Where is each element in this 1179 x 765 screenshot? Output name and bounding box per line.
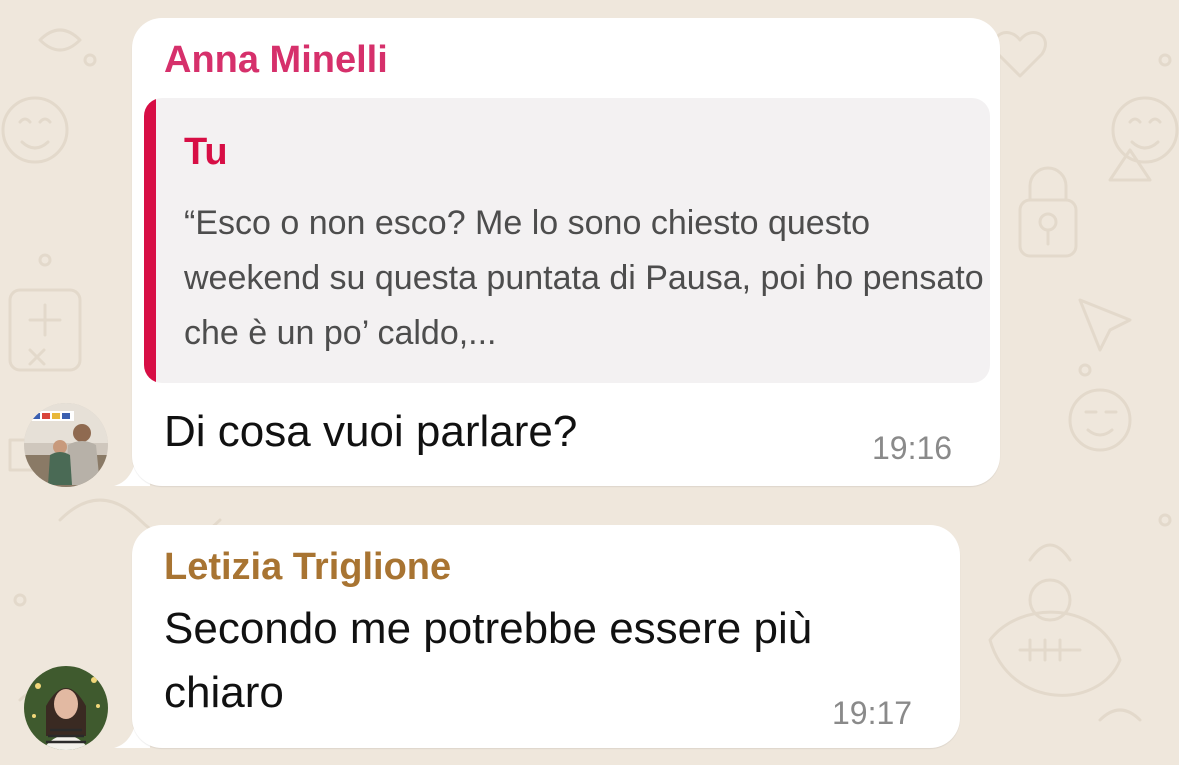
sender-name[interactable]: Letizia Triglione [164,545,451,589]
quote-accent-bar [144,98,156,383]
message-bubble[interactable]: Anna Minelli Tu “Esco o non esco? Me lo … [132,18,1000,486]
message-bubble[interactable]: Letizia Triglione Secondo me potrebbe es… [132,525,960,748]
message-time: 19:17 [832,695,913,731]
message-text: Di cosa vuoi parlare? [164,407,578,456]
avatar[interactable] [24,666,108,750]
quote-text: “Esco o non esco? Me lo sono chiesto que… [184,204,984,352]
sender-name[interactable]: Anna Minelli [164,38,388,82]
quoted-reply[interactable]: Tu “Esco o non esco? Me lo sono chiesto … [144,98,990,383]
message-text: Secondo me potrebbe essere più chiaro [164,604,813,717]
message-time: 19:16 [872,430,953,466]
avatar[interactable] [24,403,108,487]
quote-author: Tu [184,131,228,173]
